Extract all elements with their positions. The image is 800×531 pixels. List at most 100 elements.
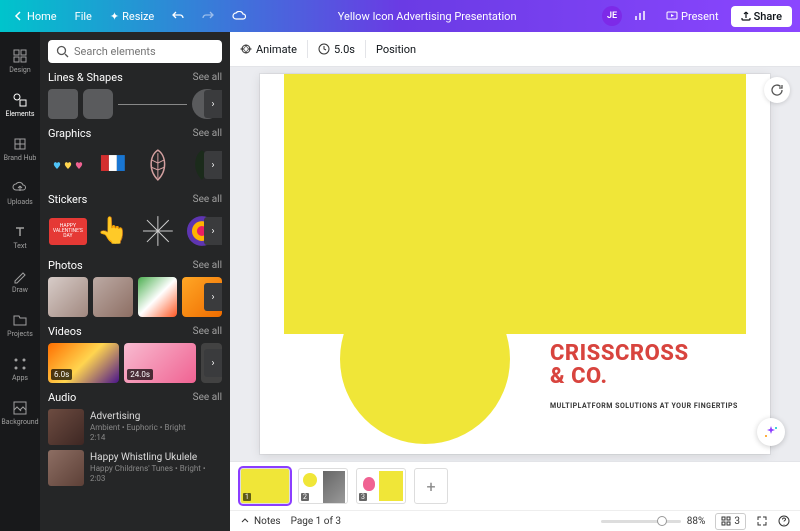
- file-menu[interactable]: File: [69, 7, 98, 26]
- page-indicator: Page 1 of 3: [291, 516, 341, 527]
- see-all-audio[interactable]: See all: [193, 392, 222, 403]
- rail-uploads[interactable]: Uploads: [0, 172, 40, 214]
- photos-next[interactable]: ›: [204, 283, 222, 311]
- resize-button[interactable]: ✦ Resize: [104, 7, 160, 26]
- audio-title: Advertising: [90, 411, 186, 423]
- design-icon: [12, 48, 28, 64]
- graphics-next[interactable]: ›: [204, 151, 222, 179]
- audio-duration: 2:03: [90, 474, 206, 484]
- video-item[interactable]: 24.0s: [124, 343, 195, 383]
- rail-elements[interactable]: Elements: [0, 84, 40, 126]
- share-button[interactable]: Share: [731, 6, 792, 27]
- divider: [307, 40, 308, 58]
- sticker-sparkle[interactable]: [138, 211, 178, 251]
- videos-next[interactable]: ›: [204, 349, 222, 377]
- shape-line[interactable]: [118, 89, 187, 119]
- page-thumbnails: 1 2 3 +: [230, 462, 800, 510]
- slide[interactable]: CRISSCROSS & CO. MULTIPLATFORM SOLUTIONS…: [260, 74, 770, 454]
- notes-button[interactable]: Notes: [240, 516, 281, 527]
- elements-panel: Lines & ShapesSee all › GraphicsSee all: [40, 32, 230, 531]
- see-all-stickers[interactable]: See all: [193, 194, 222, 205]
- section-graphics: GraphicsSee all ›: [48, 127, 222, 185]
- audio-item[interactable]: Happy Whistling Ukulele Happy Childrens'…: [48, 450, 222, 486]
- shapes-next[interactable]: ›: [204, 90, 222, 118]
- draw-icon: [12, 268, 28, 284]
- chevron-up-icon: [240, 516, 250, 526]
- rail-text[interactable]: Text: [0, 216, 40, 258]
- zoom-slider[interactable]: [601, 520, 681, 523]
- undo-button[interactable]: [166, 7, 190, 25]
- main-area: Design Elements Brand Hub Uploads Text D…: [0, 32, 800, 531]
- audio-subtitle: Happy Childrens' Tunes • Bright •: [90, 464, 206, 474]
- clock-icon: [318, 43, 330, 55]
- photo-item[interactable]: [48, 277, 88, 317]
- section-photos: PhotosSee all ›: [48, 259, 222, 317]
- see-all-videos[interactable]: See all: [193, 326, 222, 337]
- graphic-leaf[interactable]: [138, 145, 178, 185]
- search-input[interactable]: [74, 45, 214, 58]
- section-audio: AudioSee all Advertising Ambient • Eupho…: [48, 391, 222, 486]
- canvas-stage[interactable]: CRISSCROSS & CO. MULTIPLATFORM SOLUTIONS…: [230, 67, 800, 461]
- video-item[interactable]: 6.0s: [48, 343, 119, 383]
- home-button[interactable]: Home: [8, 7, 63, 26]
- see-all-shapes[interactable]: See all: [193, 72, 222, 83]
- canvas-area: Animate 5.0s Position CRISSCROSS & CO. M…: [230, 32, 800, 531]
- home-label: Home: [27, 10, 57, 23]
- section-title: Lines & Shapes: [48, 71, 123, 84]
- yellow-rect[interactable]: [284, 74, 746, 334]
- fullscreen-button[interactable]: [756, 515, 768, 527]
- rail-design[interactable]: Design: [0, 40, 40, 82]
- animate-icon: [240, 43, 252, 55]
- divider: [365, 40, 366, 58]
- rail-projects[interactable]: Projects: [0, 304, 40, 346]
- rail-apps[interactable]: Apps: [0, 348, 40, 390]
- video-duration: 24.0s: [127, 369, 153, 380]
- redo-button[interactable]: [196, 7, 220, 25]
- shape-square[interactable]: [48, 89, 78, 119]
- uploads-icon: [12, 180, 28, 196]
- document-title[interactable]: Yellow Icon Advertising Presentation: [258, 10, 596, 23]
- sticker-hand[interactable]: 👆: [93, 211, 133, 251]
- photo-item[interactable]: [138, 277, 178, 317]
- present-button[interactable]: Present: [660, 7, 725, 26]
- refresh-button[interactable]: [764, 77, 790, 103]
- status-bar: Notes Page 1 of 3 88% 3: [230, 510, 800, 531]
- graphic-hearts[interactable]: [48, 145, 88, 185]
- avatar[interactable]: JE: [602, 6, 622, 26]
- rail-background[interactable]: Background: [0, 392, 40, 434]
- cloud-sync-icon[interactable]: [226, 8, 252, 24]
- insights-button[interactable]: [628, 7, 654, 25]
- elements-icon: [12, 92, 28, 108]
- page-thumb-1[interactable]: 1: [240, 468, 290, 504]
- sticker-valentine[interactable]: HAPPYVALENTINE'SDAY: [48, 211, 88, 251]
- animate-button[interactable]: Animate: [240, 43, 297, 56]
- slide-title[interactable]: CRISSCROSS & CO.: [550, 342, 689, 388]
- search-box[interactable]: [48, 40, 222, 63]
- fullscreen-icon: [756, 515, 768, 527]
- shape-rounded[interactable]: [83, 89, 113, 119]
- page-thumb-2[interactable]: 2: [298, 468, 348, 504]
- magic-button[interactable]: [757, 418, 785, 446]
- yellow-circle[interactable]: [340, 274, 510, 444]
- add-page-button[interactable]: +: [414, 468, 448, 504]
- audio-item[interactable]: Advertising Ambient • Euphoric • Bright …: [48, 409, 222, 445]
- photo-item[interactable]: [93, 277, 133, 317]
- rail-draw[interactable]: Draw: [0, 260, 40, 302]
- position-button[interactable]: Position: [376, 43, 416, 56]
- zoom-control[interactable]: 88%: [601, 516, 706, 527]
- see-all-photos[interactable]: See all: [193, 260, 222, 271]
- rail-brand-hub[interactable]: Brand Hub: [0, 128, 40, 170]
- grid-view-button[interactable]: 3: [715, 513, 746, 530]
- help-button[interactable]: [778, 515, 790, 527]
- stickers-next[interactable]: ›: [204, 217, 222, 245]
- graphic-flag[interactable]: [93, 145, 133, 185]
- thumb-number: 3: [359, 493, 367, 501]
- slide-subtitle[interactable]: MULTIPLATFORM SOLUTIONS AT YOUR FINGERTI…: [550, 402, 738, 410]
- section-shapes: Lines & Shapes See all ›: [48, 71, 222, 119]
- top-bar: Home File ✦ Resize Yellow Icon Advertisi…: [0, 0, 800, 32]
- timer-button[interactable]: 5.0s: [318, 43, 355, 56]
- see-all-graphics[interactable]: See all: [193, 128, 222, 139]
- zoom-thumb[interactable]: [657, 516, 667, 526]
- page-thumb-3[interactable]: 3: [356, 468, 406, 504]
- side-rail: Design Elements Brand Hub Uploads Text D…: [0, 32, 40, 531]
